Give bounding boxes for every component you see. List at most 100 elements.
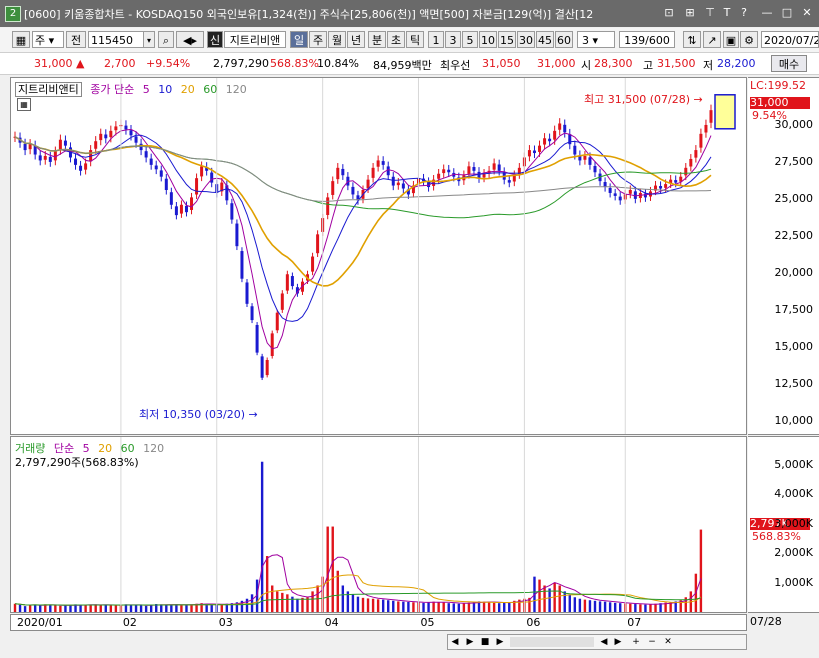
tab-period-tick[interactable]: 틱 xyxy=(406,31,424,48)
volume-bar xyxy=(351,594,355,612)
code-dropdown-icon[interactable]: ▾ xyxy=(143,31,155,48)
interval-5[interactable]: 5 xyxy=(462,31,478,48)
volume-bar xyxy=(185,604,188,612)
sound-icon[interactable]: ◀▸ xyxy=(176,31,204,48)
scroll-right-icon[interactable]: ▶ xyxy=(494,636,506,648)
interval-30[interactable]: 30 xyxy=(517,31,535,48)
candle-body xyxy=(235,223,239,247)
volume-bar xyxy=(578,598,582,612)
volume-chart-panel[interactable]: 거래량 단순 5 20 60 120 2,797,290주(568.83%) xyxy=(10,436,747,613)
candle-body xyxy=(371,167,375,178)
interval-1[interactable]: 1 xyxy=(428,31,444,48)
search-icon[interactable]: ⌕ xyxy=(158,31,174,48)
stock-tab[interactable]: 지트리비앤티 xyxy=(15,82,82,97)
volume-bar xyxy=(568,594,571,612)
scroll-left-icon[interactable]: ◀ xyxy=(449,636,461,648)
interval-10[interactable]: 10 xyxy=(479,31,497,48)
legend-ma20: 20 xyxy=(180,83,195,96)
indicator-badge[interactable]: 신 xyxy=(207,31,223,48)
volume-bar xyxy=(649,604,652,612)
zoom-out-icon[interactable]: − xyxy=(646,636,658,648)
volume-bar xyxy=(18,604,22,612)
x-tick-label: 07 xyxy=(627,616,642,629)
mode-button[interactable]: 전 xyxy=(66,31,86,48)
tab-period-year[interactable]: 년 xyxy=(347,31,365,48)
candle-body xyxy=(477,171,481,179)
grid-icon[interactable]: ▦ xyxy=(17,98,31,111)
low-price: 28,200 xyxy=(717,57,756,70)
low-label: 저 xyxy=(703,59,714,72)
pin-icon[interactable]: ⊤ xyxy=(703,6,717,20)
tab-period-minute[interactable]: 분 xyxy=(368,31,386,48)
candle-body xyxy=(174,206,178,216)
scroll-track[interactable] xyxy=(510,637,594,647)
price-tick-label: 20,000 xyxy=(774,265,814,279)
high-annotation: 최고 31,500 (07/28) → xyxy=(584,93,703,106)
volume-bar xyxy=(644,604,647,612)
close-button[interactable]: ✕ xyxy=(800,6,814,20)
volume-bar xyxy=(588,600,592,612)
stop-icon[interactable]: ■ xyxy=(479,636,491,648)
maximize-button[interactable]: □ xyxy=(780,6,794,20)
candle-body xyxy=(472,167,476,171)
candle-body xyxy=(699,133,703,148)
price-chart-panel[interactable]: 지트리비앤티 종가 단순 5 10 20 60 120 ▦ 최고 31,500 … xyxy=(10,77,747,435)
volume-bar xyxy=(427,602,430,612)
compare-icon[interactable]: ⇅ xyxy=(683,31,701,48)
reset-icon[interactable]: ✕ xyxy=(662,636,674,648)
legend-close-ma: 종가 단순 xyxy=(90,83,135,96)
interval-45[interactable]: 45 xyxy=(536,31,554,48)
count-select[interactable]: 3 ▾ xyxy=(577,31,615,48)
tab-period-week[interactable]: 주 xyxy=(309,31,327,48)
volume-bar xyxy=(296,598,299,612)
trade-amount: 84,959백만 xyxy=(373,59,432,72)
candle-body xyxy=(633,191,637,199)
tab-period-second[interactable]: 초 xyxy=(387,31,405,48)
volume-bar xyxy=(397,601,400,612)
buy-button[interactable]: 매수 xyxy=(771,55,807,72)
volume-bar xyxy=(457,603,461,612)
tab-period-month[interactable]: 월 xyxy=(328,31,346,48)
play-icon[interactable]: ▶ xyxy=(464,636,476,648)
link-icon[interactable]: ⊡ xyxy=(662,6,676,20)
candle-body xyxy=(447,169,451,173)
candle-body xyxy=(336,167,340,180)
layout-icon[interactable]: ⊞ xyxy=(683,6,697,20)
market-select[interactable]: 주 ▾ xyxy=(32,31,64,48)
candle-body xyxy=(326,197,330,215)
zoom-in-icon[interactable]: + xyxy=(630,636,642,648)
volume-bar xyxy=(301,597,304,612)
x-tick-label: 06 xyxy=(526,616,541,629)
chart-type-icon[interactable]: ▦ xyxy=(12,31,30,48)
tab-period-day[interactable]: 일 xyxy=(290,31,308,48)
help-icon[interactable]: ? xyxy=(737,6,751,20)
candle-body xyxy=(164,178,168,190)
date-input[interactable]: 2020/07/2 xyxy=(761,31,819,48)
price-tick-label: 30,000 xyxy=(774,117,814,131)
candle-body xyxy=(38,155,42,161)
ma10-line xyxy=(14,134,712,322)
change-percent: +9.54% xyxy=(146,57,191,70)
price-tick-label: 27,500 xyxy=(774,154,814,168)
settings-icon[interactable]: ⚙ xyxy=(740,31,758,48)
candle-body xyxy=(628,190,632,194)
high-note-text: 최고 31,500 (07/28) xyxy=(584,93,691,106)
candle-body xyxy=(538,145,542,152)
save-icon[interactable]: ▣ xyxy=(723,31,739,48)
candle-body xyxy=(260,356,264,378)
candle-body xyxy=(608,187,612,193)
candle-body xyxy=(159,170,163,177)
interval-15[interactable]: 15 xyxy=(498,31,516,48)
scroll-next-icon[interactable]: ▶ xyxy=(612,636,624,648)
interval-60[interactable]: 60 xyxy=(555,31,573,48)
volume-bar xyxy=(64,605,67,612)
font-icon[interactable]: T xyxy=(720,6,734,20)
scroll-control[interactable]: ◀ ▶ ■ ▶ ◀ ▶ + − ✕ xyxy=(447,634,747,650)
candle-body xyxy=(532,150,536,154)
volume-bar xyxy=(281,592,284,612)
interval-3[interactable]: 3 xyxy=(445,31,461,48)
minimize-button[interactable]: — xyxy=(760,6,774,20)
draw-tool-icon[interactable]: ↗ xyxy=(703,31,721,48)
scroll-prev-icon[interactable]: ◀ xyxy=(598,636,610,648)
candle-body xyxy=(134,136,138,143)
